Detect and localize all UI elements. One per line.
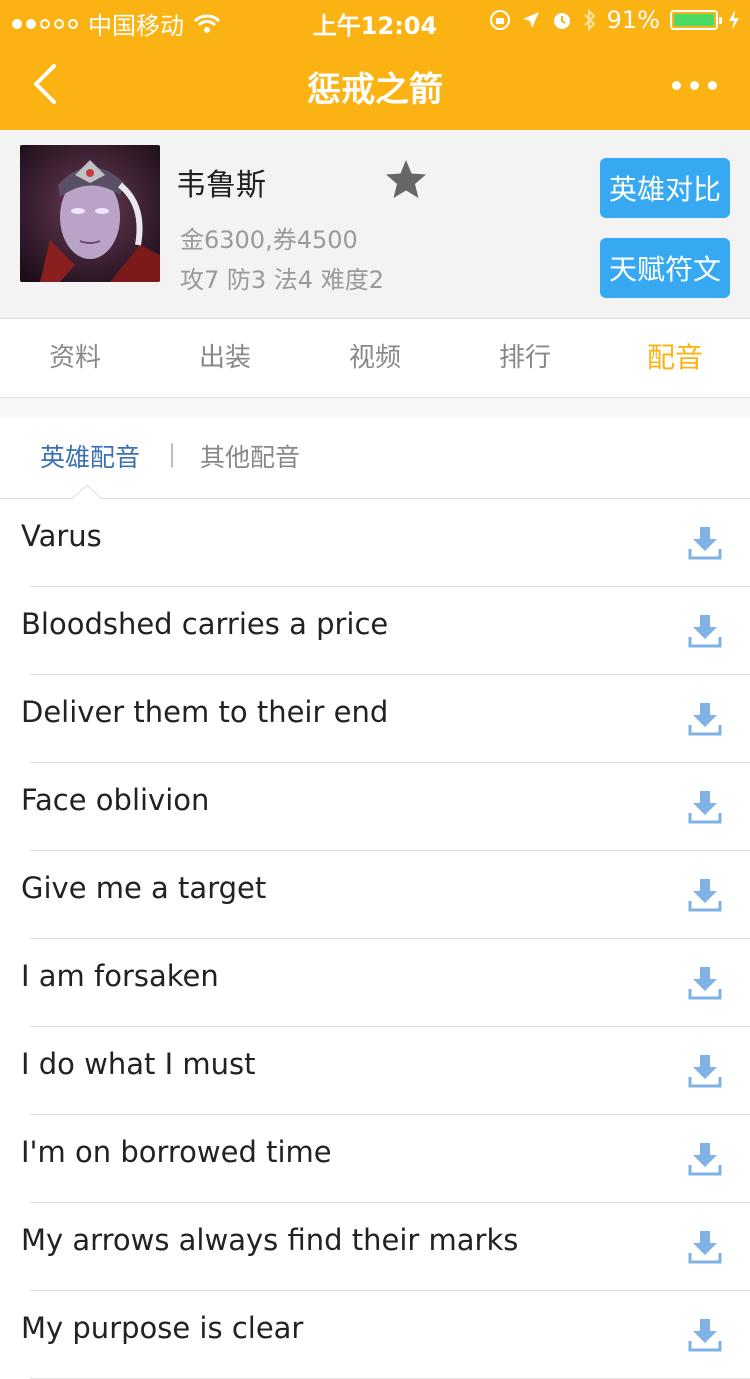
voice-line-list: Varus Bloodshed carries a price Deliver … [0, 499, 750, 1379]
list-item[interactable]: I'm on borrowed time [0, 1115, 750, 1203]
voice-subtabs: 英雄配音 | 其他配音 [0, 418, 750, 499]
battery-percent: 91% [606, 6, 660, 34]
download-icon[interactable] [688, 1053, 722, 1089]
bluetooth-icon [583, 9, 596, 31]
page-title: 惩戒之箭 [307, 70, 443, 110]
location-icon [522, 12, 539, 28]
hero-avatar [20, 145, 160, 282]
hero-name: 韦鲁斯 [176, 168, 266, 203]
voice-line-title: Deliver them to their end [21, 695, 389, 729]
hero-compare-button[interactable]: 英雄对比 [600, 158, 730, 218]
list-item[interactable]: Varus [0, 499, 750, 587]
alarm-icon [553, 13, 570, 29]
voice-line-title: Bloodshed carries a price [21, 607, 389, 641]
hero-header: 韦鲁斯 金6300,券4500 攻7 防3 法4 难度2 英雄对比 天赋符文 [0, 130, 750, 319]
list-item[interactable]: I am forsaken [0, 939, 750, 1027]
list-item[interactable]: Deliver them to their end [0, 675, 750, 763]
list-item[interactable]: Give me a target [0, 851, 750, 939]
download-icon[interactable] [688, 1141, 722, 1177]
nav-bar: 惩戒之箭 [0, 40, 750, 130]
download-icon[interactable] [688, 1317, 722, 1353]
list-item[interactable]: Bloodshed carries a price [0, 587, 750, 675]
list-item[interactable]: Face oblivion [0, 763, 750, 851]
tab-build[interactable]: 出装 [150, 319, 300, 397]
hero-price: 金6300,券4500 [180, 226, 358, 254]
subtab-separator: | [168, 440, 177, 468]
download-icon[interactable] [688, 789, 722, 825]
status-bar: 中国移动 上午12:04 91% [0, 0, 750, 40]
download-icon[interactable] [688, 701, 722, 737]
battery-icon [670, 10, 722, 30]
voice-line-title: Varus [21, 519, 102, 553]
voice-line-title: My purpose is clear [21, 1311, 304, 1345]
more-dots-icon[interactable] [668, 70, 720, 100]
download-icon[interactable] [688, 1229, 722, 1265]
download-icon[interactable] [688, 525, 722, 561]
list-item[interactable]: My arrows always find their marks [0, 1203, 750, 1291]
tab-video[interactable]: 视频 [300, 319, 450, 397]
charging-icon [729, 10, 739, 30]
tab-voice[interactable]: 配音 [600, 319, 750, 397]
list-item[interactable]: My purpose is clear [0, 1291, 750, 1379]
active-subtab-indicator [72, 484, 102, 499]
orientation-lock-icon [489, 10, 510, 30]
download-icon[interactable] [688, 613, 722, 649]
voice-line-title: Face oblivion [21, 783, 210, 817]
section-gap [0, 398, 750, 418]
tab-ranking[interactable]: 排行 [450, 319, 600, 397]
voice-line-title: I do what I must [21, 1047, 256, 1081]
voice-line-title: I am forsaken [21, 959, 219, 993]
voice-line-title: My arrows always find their marks [21, 1223, 519, 1257]
subtab-hero-voice[interactable]: 英雄配音 [40, 438, 140, 474]
star-icon[interactable] [384, 158, 428, 200]
download-icon[interactable] [688, 877, 722, 913]
talent-runes-button[interactable]: 天赋符文 [600, 238, 730, 298]
hero-stats: 攻7 防3 法4 难度2 [180, 266, 384, 294]
tab-profile[interactable]: 资料 [0, 319, 150, 397]
top-bar: 中国移动 上午12:04 91% 惩戒之箭 [0, 0, 750, 130]
download-icon[interactable] [688, 965, 722, 1001]
subtab-other-voice[interactable]: 其他配音 [200, 438, 300, 474]
voice-line-title: Give me a target [21, 871, 267, 905]
tab-bar: 资料 出装 视频 排行 配音 [0, 319, 750, 398]
voice-line-title: I'm on borrowed time [21, 1135, 332, 1169]
list-item[interactable]: I do what I must [0, 1027, 750, 1115]
